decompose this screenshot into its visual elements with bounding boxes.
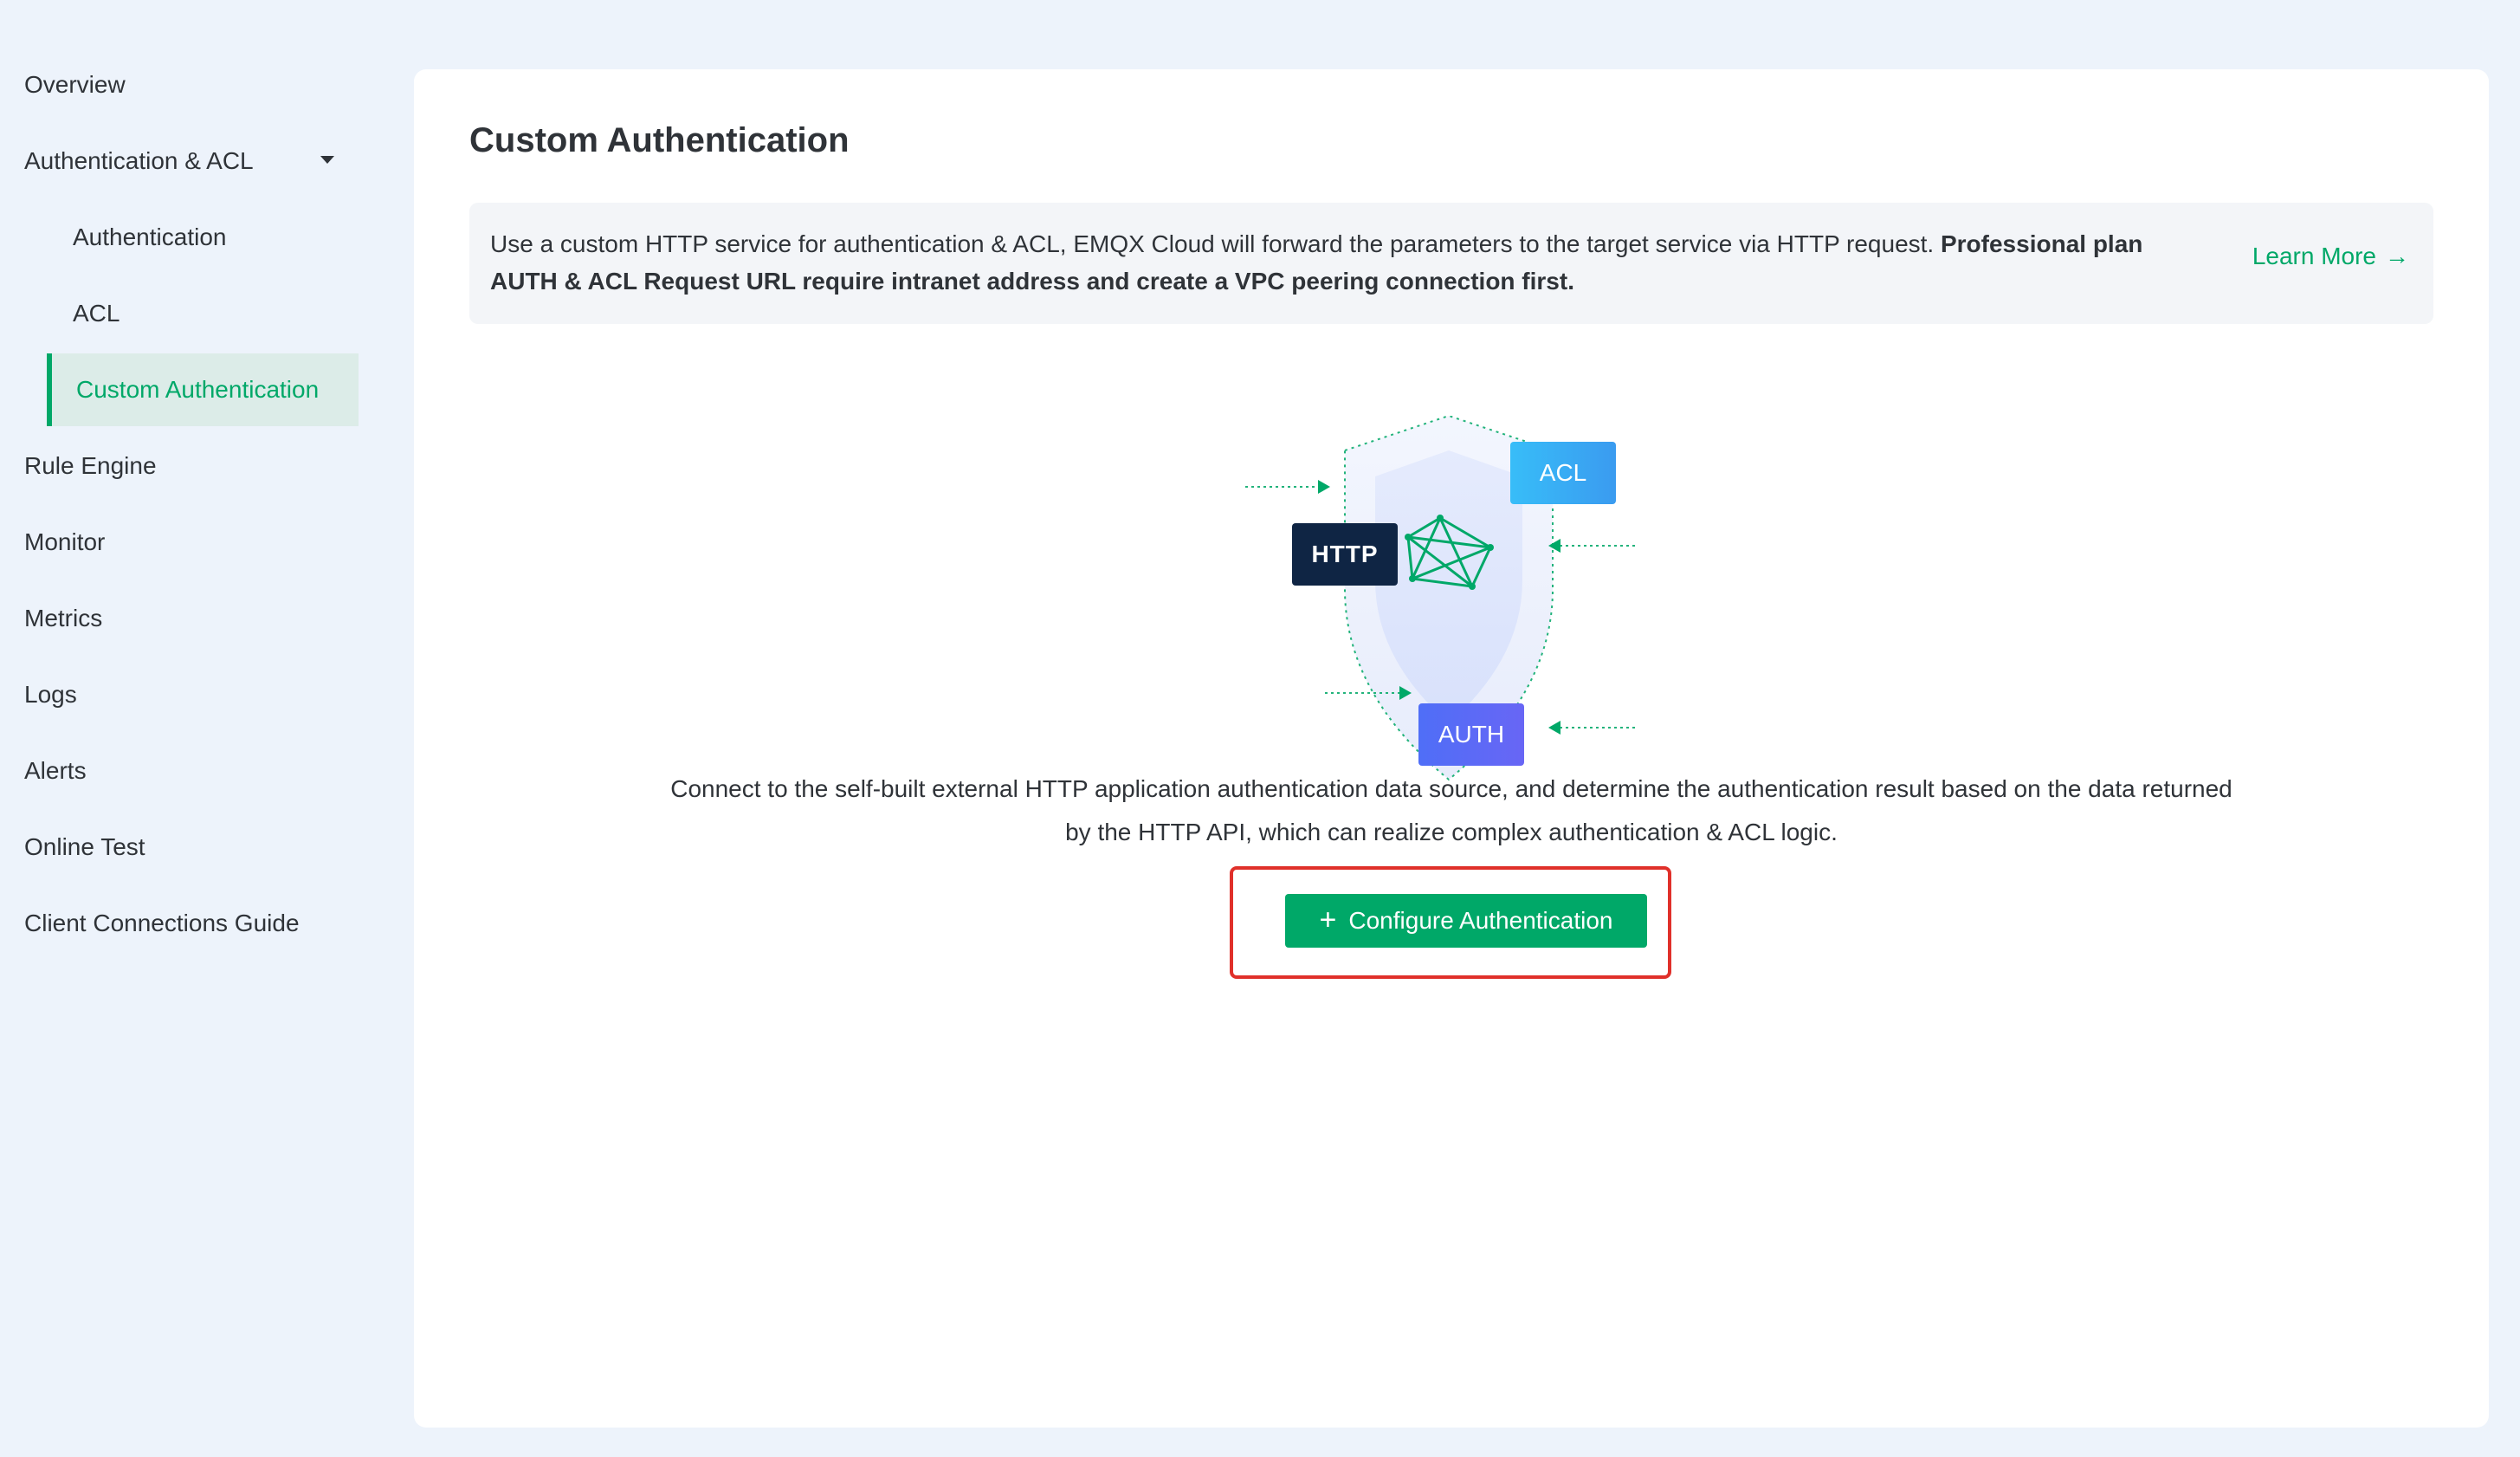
sidebar-item-label: Client Connections Guide bbox=[24, 910, 300, 936]
description-line-1: Connect to the self-built external HTTP … bbox=[670, 775, 2232, 802]
plus-icon: + bbox=[1319, 903, 1337, 936]
sidebar-item-online-test[interactable]: Online Test bbox=[0, 811, 372, 884]
sidebar-item-acl[interactable]: ACL bbox=[0, 277, 372, 350]
sidebar-item-metrics[interactable]: Metrics bbox=[0, 582, 372, 655]
sidebar-item-monitor[interactable]: Monitor bbox=[0, 506, 372, 579]
sidebar-item-label: Alerts bbox=[24, 757, 87, 784]
sidebar-item-authentication-acl[interactable]: Authentication & ACL bbox=[0, 125, 372, 198]
learn-more-label: Learn More bbox=[2252, 243, 2376, 269]
description-line-2: by the HTTP API, which can realize compl… bbox=[1065, 819, 1838, 845]
description: Connect to the self-built external HTTP … bbox=[414, 767, 2489, 854]
sidebar: Overview Authentication & ACL Authentica… bbox=[0, 49, 372, 963]
sidebar-item-label: Overview bbox=[24, 71, 126, 98]
page-title: Custom Authentication bbox=[469, 121, 850, 159]
sidebar-item-custom-authentication[interactable]: Custom Authentication bbox=[47, 353, 359, 426]
sidebar-item-client-connections-guide[interactable]: Client Connections Guide bbox=[0, 887, 372, 960]
auth-tag: AUTH bbox=[1418, 703, 1524, 766]
info-text: Use a custom HTTP service for authentica… bbox=[490, 225, 2187, 300]
sidebar-item-overview[interactable]: Overview bbox=[0, 49, 372, 121]
sidebar-item-label: Authentication bbox=[73, 223, 227, 250]
acl-tag: ACL bbox=[1510, 442, 1616, 504]
sidebar-item-authentication[interactable]: Authentication bbox=[0, 201, 372, 274]
sidebar-item-logs[interactable]: Logs bbox=[0, 658, 372, 731]
info-text-normal: Use a custom HTTP service for authentica… bbox=[490, 230, 1941, 257]
sidebar-item-label: Logs bbox=[24, 681, 77, 708]
caret-down-icon bbox=[320, 156, 334, 164]
sidebar-item-label: Custom Authentication bbox=[76, 376, 320, 403]
sidebar-item-label: ACL bbox=[73, 300, 120, 327]
sidebar-item-label: Metrics bbox=[24, 605, 103, 631]
info-banner: Use a custom HTTP service for authentica… bbox=[469, 203, 2433, 324]
sidebar-item-rule-engine[interactable]: Rule Engine bbox=[0, 430, 372, 502]
configure-authentication-label: Configure Authentication bbox=[1348, 907, 1613, 934]
learn-more-link[interactable]: Learn More → bbox=[2252, 243, 2409, 270]
http-tag: HTTP bbox=[1292, 523, 1398, 586]
sidebar-item-label: Authentication & ACL bbox=[24, 147, 254, 174]
custom-auth-illustration: ACL HTTP AUTH bbox=[1245, 416, 1678, 788]
sidebar-item-alerts[interactable]: Alerts bbox=[0, 735, 372, 807]
main-card: Custom Authentication Use a custom HTTP … bbox=[414, 69, 2489, 1428]
sidebar-item-label: Monitor bbox=[24, 528, 106, 555]
sidebar-item-label: Rule Engine bbox=[24, 452, 157, 479]
sidebar-item-label: Online Test bbox=[24, 833, 145, 860]
configure-authentication-button[interactable]: + Configure Authentication bbox=[1285, 894, 1647, 948]
arrow-right-icon: → bbox=[2385, 243, 2409, 269]
